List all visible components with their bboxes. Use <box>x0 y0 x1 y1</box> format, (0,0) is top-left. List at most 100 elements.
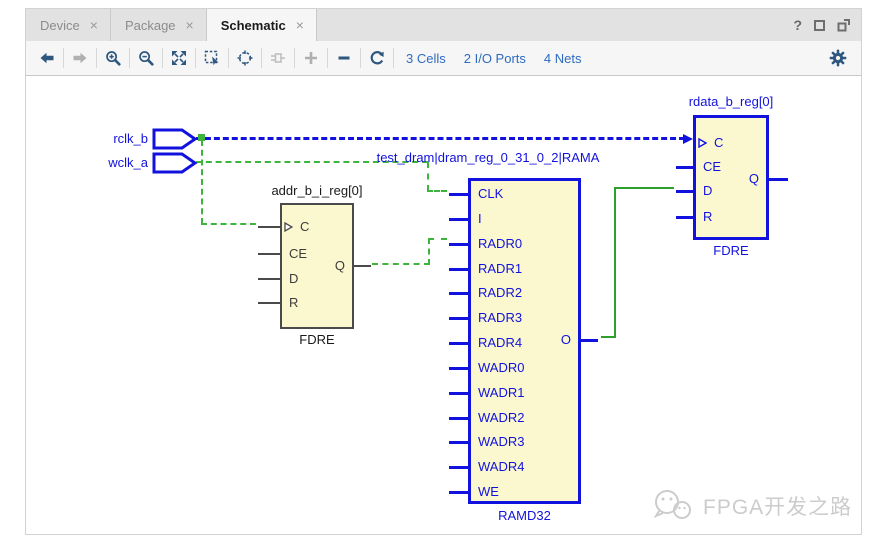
remove-icon[interactable] <box>331 45 357 71</box>
autofit-selection-icon[interactable] <box>232 45 258 71</box>
pin-wadr2[interactable]: WADR2 <box>471 409 571 427</box>
pin-stub <box>258 278 282 280</box>
pin-clk[interactable]: CLK <box>471 185 571 203</box>
toolbar-separator <box>327 48 328 68</box>
nets-link[interactable]: 4 Nets <box>544 51 582 66</box>
tab-device[interactable]: Device × <box>26 9 111 41</box>
cell-ramd32[interactable]: CLK I RADR0 RADR1 RADR2 RADR3 RADR4 <box>468 178 581 504</box>
add-icon[interactable] <box>298 45 324 71</box>
net-ram-o-to-d[interactable] <box>614 187 616 338</box>
pin-radr0[interactable]: RADR0 <box>471 235 571 253</box>
pin-stub <box>258 302 282 304</box>
pin-stub <box>449 292 471 295</box>
wechat-logo-icon <box>651 488 695 524</box>
tab-package[interactable]: Package × <box>111 9 207 41</box>
cells-link[interactable]: 3 Cells <box>406 51 446 66</box>
pin-q[interactable]: Q <box>726 170 766 188</box>
pin-r[interactable]: R <box>696 208 766 226</box>
pin-stub <box>449 392 471 395</box>
pin-stub <box>352 265 371 267</box>
pin-stub <box>449 466 471 469</box>
pin-r[interactable]: R <box>282 294 352 312</box>
net-branch-to-addr-c[interactable] <box>201 140 203 224</box>
port-symbol-wclk-a[interactable] <box>152 152 198 174</box>
pin-q[interactable]: Q <box>312 257 352 275</box>
pin-wadr3[interactable]: WADR3 <box>471 433 571 451</box>
cell-instance-label: test_dram|dram_reg_0_31_0_2|RAMA <box>368 150 608 165</box>
net-arrowhead-icon <box>683 134 693 144</box>
close-icon[interactable]: × <box>296 18 304 32</box>
cell-type-label: FDRE <box>693 243 769 258</box>
float-window-icon[interactable] <box>837 18 851 32</box>
io-ports-link[interactable]: 2 I/O Ports <box>464 51 526 66</box>
maximize-icon[interactable] <box>814 20 825 31</box>
schematic-window: Device × Package × Schematic × ? <box>25 8 862 535</box>
screenshot-stage: Device × Package × Schematic × ? <box>0 0 878 546</box>
schematic-canvas[interactable]: rclk_b wclk_a addr_b_i_reg[0] C CE D <box>26 75 861 534</box>
expand-cone-icon[interactable] <box>265 45 291 71</box>
pin-wadr4[interactable]: WADR4 <box>471 458 571 476</box>
pin-radr2[interactable]: RADR2 <box>471 284 571 302</box>
tab-schematic[interactable]: Schematic × <box>207 9 317 41</box>
toolbar-separator <box>360 48 361 68</box>
tab-device-label: Device <box>40 18 80 33</box>
zoom-in-icon[interactable] <box>100 45 126 71</box>
toolbar-separator <box>393 48 394 68</box>
regenerate-icon[interactable] <box>364 45 390 71</box>
pin-c[interactable]: C <box>282 218 352 236</box>
close-icon[interactable]: × <box>90 18 98 32</box>
watermark: FPGA开发之路 <box>651 488 852 524</box>
toolbar-separator <box>228 48 229 68</box>
pin-stub <box>676 216 696 219</box>
pin-stub <box>676 190 696 193</box>
net-wclk-a[interactable] <box>427 162 429 191</box>
port-label-rclk-b[interactable]: rclk_b <box>66 131 148 146</box>
pin-stub <box>449 441 471 444</box>
pin-radr3[interactable]: RADR3 <box>471 309 571 327</box>
pin-i[interactable]: I <box>471 210 571 228</box>
cell-addr-b-i-reg[interactable]: C CE D R Q <box>280 203 354 329</box>
net-rclk-b[interactable] <box>196 137 685 140</box>
settings-gear-icon[interactable] <box>825 45 851 71</box>
net-branch-to-addr-c[interactable] <box>201 223 256 225</box>
cell-rdata-b-reg[interactable]: C CE D R Q <box>693 115 769 240</box>
pin-o[interactable]: O <box>538 331 578 349</box>
net-addr-q-to-radr0[interactable] <box>372 263 430 265</box>
pin-stub <box>449 218 471 221</box>
back-icon[interactable] <box>34 45 60 71</box>
pin-c[interactable]: C <box>696 134 766 152</box>
pin-stub <box>449 342 471 345</box>
close-icon[interactable]: × <box>186 18 194 32</box>
zoom-fit-icon[interactable] <box>166 45 192 71</box>
watermark-text: FPGA开发之路 <box>703 491 852 521</box>
pin-stub <box>449 243 471 246</box>
pin-stub <box>449 317 471 320</box>
zoom-out-icon[interactable] <box>133 45 159 71</box>
toolbar-separator <box>162 48 163 68</box>
help-icon[interactable]: ? <box>793 17 802 33</box>
toolbar-separator <box>129 48 130 68</box>
cell-instance-label: rdata_b_reg[0] <box>663 94 799 109</box>
cell-type-label: RAMD32 <box>468 508 581 523</box>
net-addr-q-to-radr0[interactable] <box>428 238 447 240</box>
zoom-selection-icon[interactable] <box>199 45 225 71</box>
pin-wadr1[interactable]: WADR1 <box>471 384 571 402</box>
window-controls: ? <box>793 9 861 41</box>
forward-icon[interactable] <box>67 45 93 71</box>
pin-stub <box>258 226 282 228</box>
schematic-toolbar: 3 Cells 2 I/O Ports 4 Nets <box>26 41 861 75</box>
pin-we[interactable]: WE <box>471 483 571 501</box>
toolbar-separator <box>261 48 262 68</box>
toolbar-separator <box>294 48 295 68</box>
net-addr-q-to-radr0[interactable] <box>428 238 430 265</box>
port-symbol-rclk-b[interactable] <box>152 128 198 150</box>
pin-stub <box>449 193 471 196</box>
port-label-wclk-a[interactable]: wclk_a <box>66 155 148 170</box>
net-wclk-a[interactable] <box>427 190 447 192</box>
pin-wadr0[interactable]: WADR0 <box>471 359 571 377</box>
clock-triangle-icon <box>284 222 293 232</box>
toolbar-separator <box>63 48 64 68</box>
net-ram-o-to-d[interactable] <box>614 187 674 189</box>
pin-radr1[interactable]: RADR1 <box>471 260 571 278</box>
pin-stub <box>449 417 471 420</box>
